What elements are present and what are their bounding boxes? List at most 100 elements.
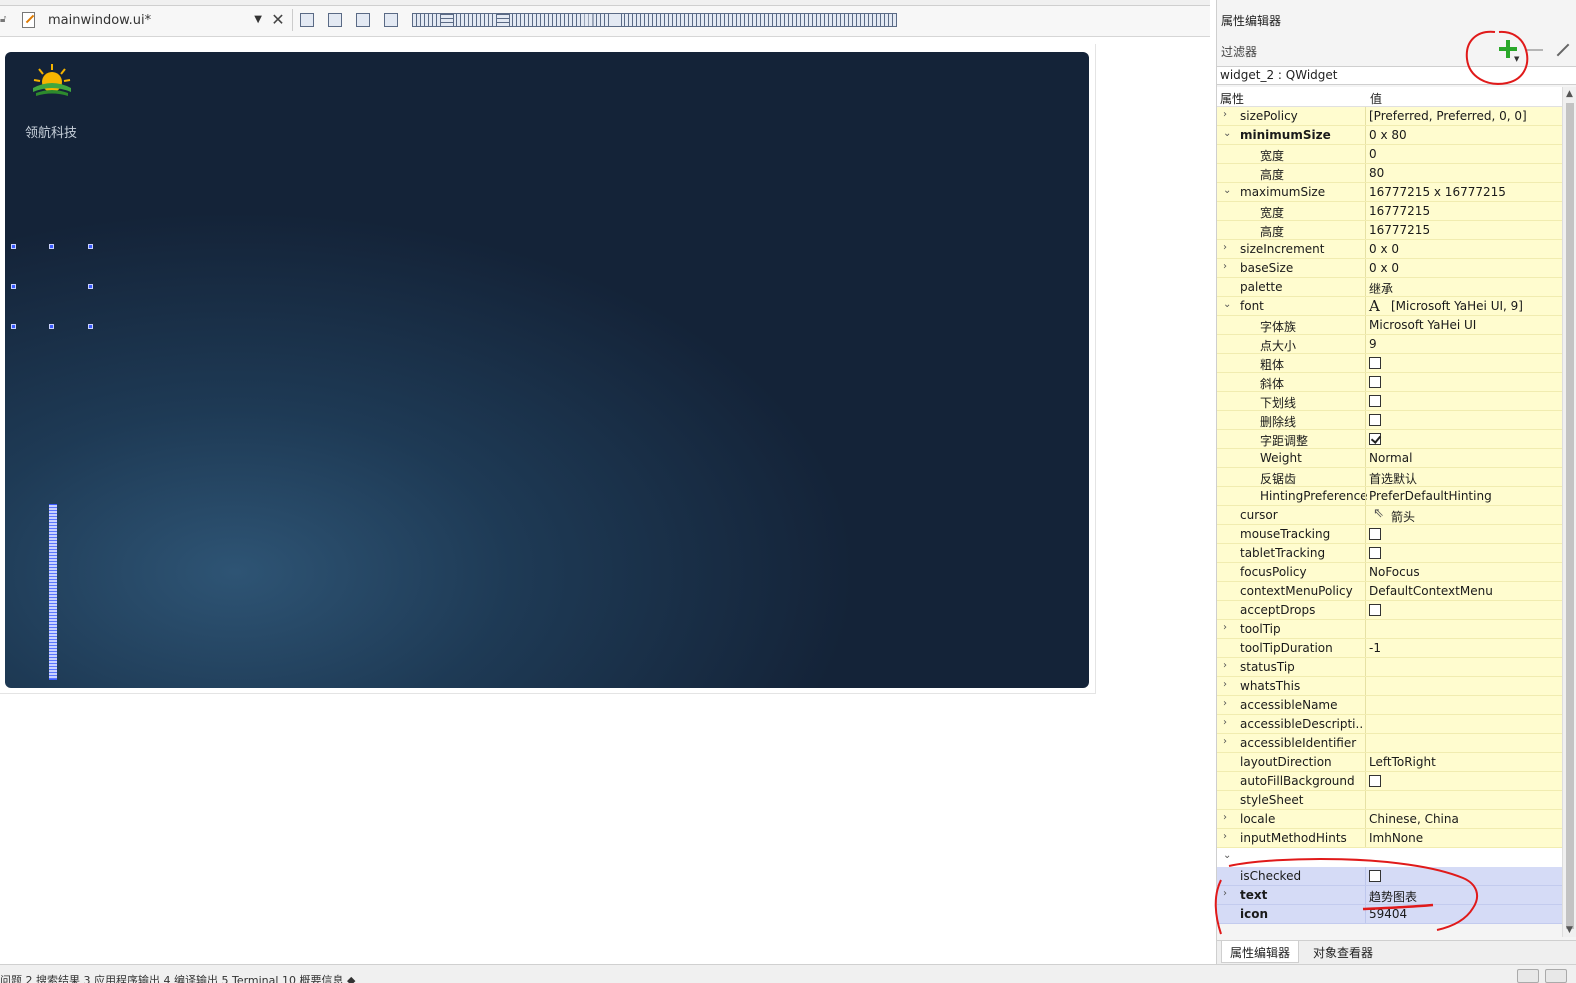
tab-property-editor[interactable]: 属性编辑器 xyxy=(1221,941,1300,963)
property-value[interactable]: Chinese, China xyxy=(1369,812,1459,826)
sidebar-toggle-button[interactable] xyxy=(1517,969,1539,983)
property-row[interactable]: focusPolicy NoFocus xyxy=(1217,563,1562,582)
property-value[interactable]: Microsoft YaHei UI xyxy=(1369,318,1476,332)
layout-grid-icon[interactable] xyxy=(551,12,897,28)
property-value[interactable]: 0 x 80 xyxy=(1369,128,1407,142)
property-row[interactable]: HintingPreference PreferDefaultHinting xyxy=(1217,487,1562,506)
property-row[interactable]: › accessibleDescripti... xyxy=(1217,715,1562,734)
property-checkbox[interactable] xyxy=(1369,414,1381,426)
property-row[interactable]: › text 趋势图表 xyxy=(1217,886,1562,905)
selection-handle[interactable] xyxy=(49,324,54,329)
property-value[interactable]: DefaultContextMenu xyxy=(1369,584,1493,598)
expand-arrow-icon[interactable]: › xyxy=(1223,812,1233,823)
close-document-button[interactable]: ✕ xyxy=(270,11,286,29)
property-row[interactable]: 点大小 9 xyxy=(1217,335,1562,354)
property-row[interactable]: 斜体 xyxy=(1217,373,1562,392)
property-value[interactable]: NoFocus xyxy=(1369,565,1420,579)
open-file-combobox[interactable]: mainwindow.ui* ▼ xyxy=(40,10,264,32)
layout-form-icon[interactable] xyxy=(523,12,869,28)
property-row[interactable]: › baseSize 0 x 0 xyxy=(1217,259,1562,278)
property-value[interactable]: 趋势图表 xyxy=(1369,888,1417,905)
lock-icon[interactable]: 🔓︎ xyxy=(0,14,10,26)
vertical-spacer[interactable] xyxy=(49,504,57,680)
expand-arrow-icon[interactable]: › xyxy=(1223,831,1233,842)
property-value[interactable]: [Microsoft YaHei UI, 9] xyxy=(1391,299,1523,313)
property-row[interactable]: contextMenuPolicy DefaultContextMenu xyxy=(1217,582,1562,601)
property-row[interactable]: › toolTip xyxy=(1217,620,1562,639)
configure-icon[interactable] xyxy=(1555,42,1571,58)
adjust-size-icon[interactable] xyxy=(607,12,623,28)
property-row[interactable]: autoFillBackground xyxy=(1217,772,1562,791)
property-row[interactable]: 宽度 16777215 xyxy=(1217,202,1562,221)
property-row[interactable]: ⌄ minimumSize 0 x 80 xyxy=(1217,126,1562,145)
property-row[interactable]: toolTipDuration -1 xyxy=(1217,639,1562,658)
selection-handle[interactable] xyxy=(11,244,16,249)
value-column-header[interactable]: 值 xyxy=(1370,90,1382,107)
property-row[interactable]: layoutDirection LeftToRight xyxy=(1217,753,1562,772)
expand-arrow-icon[interactable]: › xyxy=(1223,698,1233,709)
expand-arrow-icon[interactable]: › xyxy=(1223,717,1233,728)
edit-buddies-icon[interactable] xyxy=(355,12,371,28)
output-pane-tabs[interactable]: 问题 2 搜索结果 3 应用程序输出 4 编译输出 5 Terminal 10 … xyxy=(0,972,355,983)
property-row[interactable]: › accessibleName xyxy=(1217,696,1562,715)
property-row[interactable]: ⌄ font A [Microsoft YaHei UI, 9] xyxy=(1217,297,1562,316)
property-row[interactable]: isChecked xyxy=(1217,867,1562,886)
collapse-arrow-icon[interactable]: ⌄ xyxy=(1223,299,1233,310)
property-checkbox[interactable] xyxy=(1369,395,1381,407)
property-row[interactable]: › statusTip xyxy=(1217,658,1562,677)
property-row[interactable]: › sizePolicy [Preferred, Preferred, 0, 0] xyxy=(1217,107,1562,126)
tab-object-inspector[interactable]: 对象查看器 xyxy=(1305,941,1381,963)
property-row[interactable]: acceptDrops xyxy=(1217,601,1562,620)
property-row[interactable]: palette 继承 xyxy=(1217,278,1562,297)
property-value[interactable]: [Preferred, Preferred, 0, 0] xyxy=(1369,109,1527,123)
expand-arrow-icon[interactable]: › xyxy=(1223,888,1233,899)
property-value[interactable]: 59404 xyxy=(1369,907,1407,921)
property-checkbox[interactable] xyxy=(1369,547,1381,559)
scroll-up-icon[interactable]: ▲ xyxy=(1566,89,1573,99)
expand-arrow-icon[interactable]: › xyxy=(1223,622,1233,633)
output-toggle-button[interactable] xyxy=(1545,969,1567,983)
property-value[interactable]: 0 x 0 xyxy=(1369,261,1399,275)
property-value[interactable]: 0 x 0 xyxy=(1369,242,1399,256)
property-checkbox[interactable] xyxy=(1369,357,1381,369)
layout-vertical-icon[interactable] xyxy=(439,12,455,28)
property-row[interactable]: › sizeIncrement 0 x 0 xyxy=(1217,240,1562,259)
property-row[interactable]: 粗体 xyxy=(1217,354,1562,373)
property-value[interactable]: 16777215 xyxy=(1369,223,1430,237)
property-checkbox[interactable] xyxy=(1369,775,1381,787)
property-value[interactable]: 9 xyxy=(1369,337,1377,351)
property-row[interactable]: › locale Chinese, China xyxy=(1217,810,1562,829)
property-row[interactable]: 字距调整 xyxy=(1217,430,1562,449)
break-layout-icon[interactable] xyxy=(579,12,595,28)
property-row[interactable]: › whatsThis xyxy=(1217,677,1562,696)
property-value[interactable]: Normal xyxy=(1369,451,1412,465)
selection-handle[interactable] xyxy=(88,284,93,289)
collapse-arrow-icon[interactable]: ⌄ xyxy=(1223,850,1233,861)
property-checkbox[interactable] xyxy=(1369,376,1381,388)
form-widget-preview[interactable]: 领航科技 xyxy=(5,52,1089,688)
collapse-arrow-icon[interactable]: ⌄ xyxy=(1223,128,1233,139)
expand-arrow-icon[interactable]: › xyxy=(1223,679,1233,690)
selection-handle[interactable] xyxy=(11,324,16,329)
selection-handle[interactable] xyxy=(88,244,93,249)
edit-signals-slots-icon[interactable] xyxy=(327,12,343,28)
selection-handle[interactable] xyxy=(11,284,16,289)
property-row[interactable]: tabletTracking xyxy=(1217,544,1562,563)
property-checkbox[interactable] xyxy=(1369,433,1381,445)
property-value[interactable]: 继承 xyxy=(1369,280,1393,297)
property-checkbox[interactable] xyxy=(1369,528,1381,540)
expand-arrow-icon[interactable]: › xyxy=(1223,660,1233,671)
property-value[interactable]: 16777215 x 16777215 xyxy=(1369,185,1506,199)
property-value[interactable]: 16777215 xyxy=(1369,204,1430,218)
vertical-scrollbar[interactable]: ▲ ▼ xyxy=(1562,87,1576,937)
property-row[interactable]: 反锯齿 首选默认 xyxy=(1217,468,1562,487)
property-row[interactable]: › accessibleIdentifier xyxy=(1217,734,1562,753)
property-row[interactable]: 字体族 Microsoft YaHei UI xyxy=(1217,316,1562,335)
expand-arrow-icon[interactable]: › xyxy=(1223,736,1233,747)
layout-v-splitter-icon[interactable] xyxy=(495,12,511,28)
scroll-down-icon[interactable]: ▼ xyxy=(1566,925,1573,935)
property-row[interactable]: styleSheet xyxy=(1217,791,1562,810)
selection-handle[interactable] xyxy=(49,244,54,249)
scroll-thumb[interactable] xyxy=(1566,103,1574,929)
edit-tab-order-icon[interactable] xyxy=(383,12,399,28)
